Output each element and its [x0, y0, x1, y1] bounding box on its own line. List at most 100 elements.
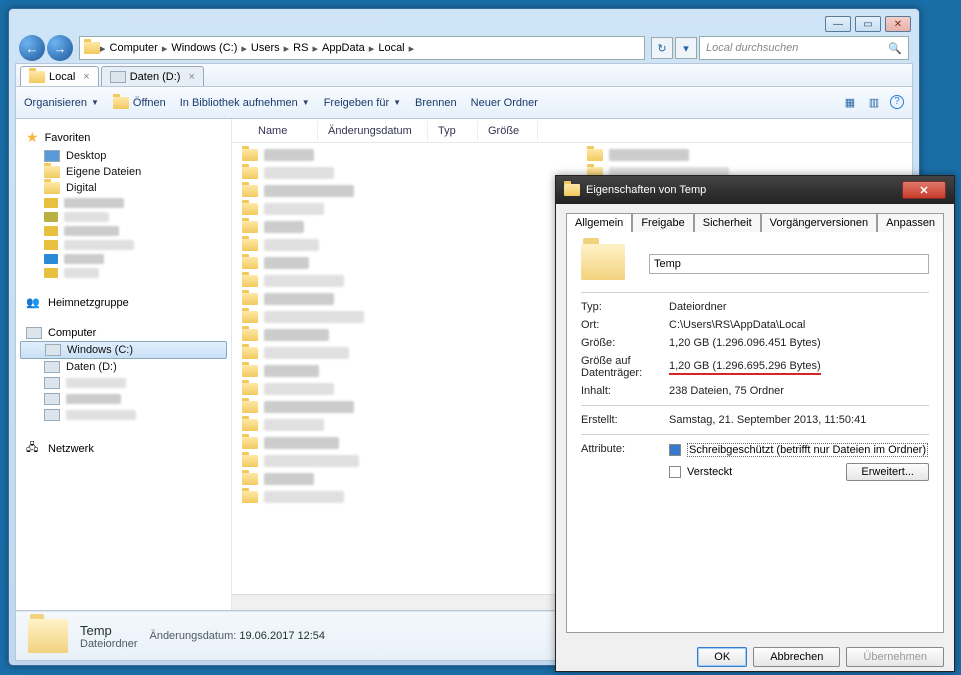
- folder-icon: [44, 182, 60, 194]
- dialog-close-button[interactable]: ✕: [902, 181, 946, 199]
- close-tab-icon[interactable]: ×: [83, 71, 89, 83]
- drive-icon: [44, 361, 60, 373]
- list-item[interactable]: [242, 491, 557, 503]
- list-item[interactable]: [242, 239, 557, 251]
- crumb-local[interactable]: Local: [374, 40, 408, 56]
- ok-button[interactable]: OK: [697, 647, 747, 667]
- crumb-users[interactable]: Users: [247, 40, 284, 56]
- readonly-checkbox[interactable]: [669, 444, 681, 456]
- list-item[interactable]: [242, 311, 557, 323]
- col-type[interactable]: Typ: [428, 121, 478, 141]
- toolbar: Organisieren ▼ Öffnen In Bibliothek aufn…: [15, 87, 913, 119]
- address-bar[interactable]: ▸ Computer▸ Windows (C:)▸ Users▸ RS▸ App…: [79, 36, 645, 60]
- sidebar-windows-c[interactable]: Windows (C:): [20, 341, 227, 359]
- new-folder-button[interactable]: Neuer Ordner: [471, 97, 538, 109]
- cancel-button[interactable]: Abbrechen: [753, 647, 840, 667]
- label-location: Ort:: [581, 319, 669, 331]
- burn-button[interactable]: Brennen: [415, 97, 457, 109]
- value-created: Samstag, 21. September 2013, 11:50:41: [669, 414, 866, 426]
- search-dropdown[interactable]: ▾: [675, 37, 697, 59]
- sidebar-daten-d[interactable]: Daten (D:): [20, 359, 227, 375]
- value-size-on-disk: 1,20 GB (1.296.695.296 Bytes): [669, 360, 821, 375]
- list-item[interactable]: [242, 329, 557, 341]
- folder-name-input[interactable]: [649, 254, 929, 274]
- tab-customize[interactable]: Anpassen: [877, 213, 944, 232]
- tab-label: Daten (D:): [130, 71, 181, 83]
- list-item[interactable]: [242, 347, 557, 359]
- list-item[interactable]: [242, 185, 557, 197]
- label-created: Erstellt:: [581, 414, 669, 426]
- crumb-computer[interactable]: Computer: [106, 40, 162, 56]
- list-item[interactable]: [242, 455, 557, 467]
- folder-open-icon: [113, 97, 129, 109]
- label-type: Typ:: [581, 301, 669, 313]
- col-name[interactable]: Name: [248, 121, 318, 141]
- column-headers: Name Änderungsdatum Typ Größe: [232, 119, 912, 143]
- details-date-label: Änderungsdatum:: [149, 630, 236, 642]
- crumb-rs[interactable]: RS: [289, 40, 312, 56]
- sidebar-network[interactable]: 🖧Netzwerk: [20, 437, 227, 460]
- close-tab-icon[interactable]: ×: [188, 71, 194, 83]
- dialog-titlebar[interactable]: Eigenschaften von Temp ✕: [556, 176, 954, 204]
- computer-icon: [26, 327, 42, 339]
- details-type: Dateiordner: [80, 638, 137, 650]
- crumb-appdata[interactable]: AppData: [318, 40, 369, 56]
- value-location: C:\Users\RS\AppData\Local: [669, 319, 805, 331]
- value-size: 1,20 GB (1.296.096.451 Bytes): [669, 337, 821, 349]
- list-item[interactable]: [242, 149, 557, 161]
- drive-icon: [110, 71, 126, 83]
- list-item[interactable]: [242, 275, 557, 287]
- help-icon[interactable]: ?: [890, 95, 904, 109]
- maximize-button[interactable]: ▭: [855, 16, 881, 32]
- minimize-button[interactable]: —: [825, 16, 851, 32]
- library-menu[interactable]: In Bibliothek aufnehmen ▼: [180, 97, 310, 109]
- list-item[interactable]: [242, 167, 557, 179]
- tab-local[interactable]: Local×: [20, 66, 99, 86]
- sidebar-computer[interactable]: Computer: [20, 325, 227, 341]
- dialog-buttons: OK Abbrechen Übernehmen: [556, 639, 954, 675]
- advanced-button[interactable]: Erweitert...: [846, 463, 929, 481]
- tab-security[interactable]: Sicherheit: [694, 213, 761, 232]
- sidebar-desktop[interactable]: Desktop: [20, 148, 227, 164]
- tab-strip: Local× Daten (D:) ×: [15, 63, 913, 87]
- hidden-label: Versteckt: [687, 466, 732, 478]
- list-item[interactable]: [242, 401, 557, 413]
- label-attributes: Attribute:: [581, 443, 669, 455]
- folder-icon: [29, 71, 45, 83]
- close-button[interactable]: ✕: [885, 16, 911, 32]
- star-icon: ★: [26, 129, 39, 146]
- open-button[interactable]: Öffnen: [113, 97, 166, 109]
- list-item[interactable]: [242, 293, 557, 305]
- organize-menu[interactable]: Organisieren ▼: [24, 97, 99, 109]
- list-item[interactable]: [242, 383, 557, 395]
- sidebar-documents[interactable]: Eigene Dateien: [20, 164, 227, 180]
- list-item[interactable]: [242, 257, 557, 269]
- list-item[interactable]: [587, 149, 902, 161]
- col-date[interactable]: Änderungsdatum: [318, 121, 428, 141]
- hidden-checkbox[interactable]: [669, 466, 681, 478]
- refresh-button[interactable]: ↻: [651, 37, 673, 59]
- list-item[interactable]: [242, 365, 557, 377]
- tab-daten-d[interactable]: Daten (D:) ×: [101, 66, 204, 86]
- sidebar-digital[interactable]: Digital: [20, 180, 227, 196]
- list-item[interactable]: [242, 419, 557, 431]
- preview-pane-icon[interactable]: ▥: [866, 95, 882, 111]
- tab-share[interactable]: Freigabe: [632, 213, 693, 232]
- crumb-windows-c[interactable]: Windows (C:): [167, 40, 241, 56]
- list-item[interactable]: [242, 473, 557, 485]
- tab-general[interactable]: Allgemein: [566, 213, 632, 232]
- search-input[interactable]: Local durchsuchen 🔍: [699, 36, 909, 60]
- col-size[interactable]: Größe: [478, 121, 538, 141]
- sidebar-favorites[interactable]: ★Favoriten: [20, 127, 227, 148]
- list-item[interactable]: [242, 221, 557, 233]
- view-options-icon[interactable]: ▦: [842, 95, 858, 111]
- list-item[interactable]: [242, 437, 557, 449]
- tab-versions[interactable]: Vorgängerversionen: [761, 213, 877, 232]
- sidebar-homegroup[interactable]: 👥Heimnetzgruppe: [20, 294, 227, 311]
- back-button[interactable]: ←: [19, 35, 45, 61]
- forward-button[interactable]: →: [47, 35, 73, 61]
- share-menu[interactable]: Freigeben für ▼: [324, 97, 401, 109]
- apply-button[interactable]: Übernehmen: [846, 647, 944, 667]
- list-item[interactable]: [242, 203, 557, 215]
- details-name: Temp: [80, 623, 137, 638]
